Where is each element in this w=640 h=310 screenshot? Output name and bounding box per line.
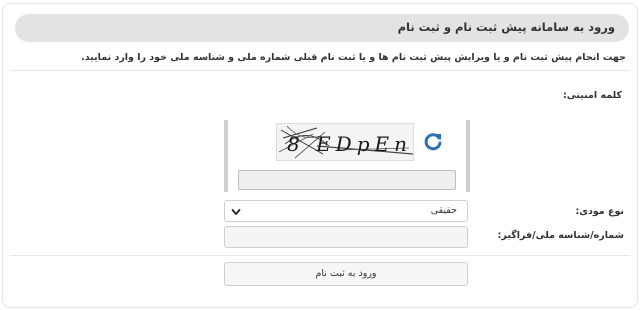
refresh-icon[interactable] [422,130,444,152]
page-title: ورود به سامانه پیش ثبت نام و ثبت نام [397,20,615,34]
captcha-input[interactable] [238,170,456,190]
captcha-image: 8 EDpEn [276,123,414,161]
taxpayer-type-label: نوع مودی: [575,206,624,217]
header-bar: ورود به سامانه پیش ثبت نام و ثبت نام [15,14,629,42]
submit-button[interactable]: ورود به ثبت نام [224,262,468,286]
id-label: شماره/شناسه ملی/فراگیر: [497,230,624,241]
divider [10,70,630,71]
divider [10,255,630,256]
national-id-input[interactable] [224,226,468,248]
captcha-text: 8 EDpEn [287,132,412,156]
captcha-container: 8 EDpEn [224,120,470,192]
chevron-down-icon [231,209,241,215]
captcha-label: کلمه امنیتی: [562,90,622,101]
taxpayer-type-select[interactable]: حقیقی [224,200,468,222]
intro-text: جهت انجام پیش ثبت نام و یا ویرایش پیش ثب… [81,52,626,63]
taxpayer-type-value: حقیقی [430,205,457,216]
